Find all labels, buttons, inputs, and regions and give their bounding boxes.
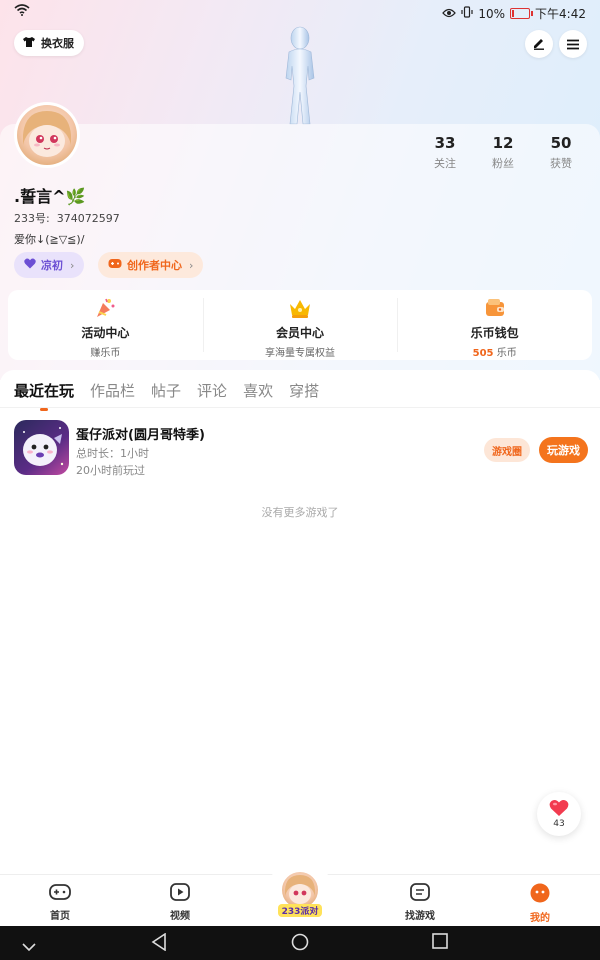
list-search-icon (380, 883, 460, 905)
wallet-icon (482, 296, 508, 320)
nav-party-label[interactable]: 233派对 (278, 904, 322, 917)
nav-find-games[interactable]: 找游戏 (380, 883, 460, 922)
tshirt-icon (22, 36, 36, 51)
favorites-count: 43 (553, 819, 565, 829)
user-id: 233号: 374072597 (14, 210, 120, 226)
nav-home[interactable]: 首页 (20, 883, 100, 922)
recents-icon[interactable] (432, 933, 448, 953)
nickname: .誓言^🌿 (14, 187, 86, 206)
feature-subtitle: 赚乐币 (90, 348, 121, 359)
stat-label: 关注 (434, 157, 456, 170)
game-name: 蛋仔派对(圆月哥特季) (76, 428, 205, 443)
heart-icon (24, 258, 36, 272)
nav-video[interactable]: 视频 (140, 883, 220, 922)
game-last-played: 20小时前玩过 (76, 464, 145, 477)
battery-percent: 10% (478, 6, 506, 21)
eye-icon (442, 7, 457, 21)
hamburger-menu-icon (567, 35, 579, 54)
stat-value: 12 (492, 134, 514, 152)
game-duration: 总时长：1小时 (76, 447, 149, 460)
feature-subtitle: 505 乐币 (397, 344, 592, 359)
user-id-label: 233号: (14, 212, 50, 225)
system-nav-bar (0, 926, 600, 960)
tab-likes[interactable]: 喜欢 (243, 380, 273, 401)
membership-center[interactable]: 会员中心 享海量专属权益 (202, 290, 398, 360)
chevron-right-icon: › (70, 258, 75, 272)
creator-center-label: 创作者中心 (127, 259, 182, 272)
stat-value: 50 (550, 134, 572, 152)
feature-title: 乐币钱包 (470, 326, 519, 340)
gamepad-icon (108, 258, 122, 272)
stat-label: 粉丝 (492, 157, 514, 170)
wifi-icon (14, 4, 30, 19)
stat-value: 33 (434, 134, 456, 152)
feature-title: 会员中心 (276, 326, 325, 340)
feature-title: 活动中心 (81, 326, 130, 340)
coin-unit: 乐币 (493, 348, 517, 359)
game-circle-button[interactable]: 游戏圈 (484, 438, 530, 462)
clock: 下午4:42 (535, 7, 586, 21)
list-item[interactable]: 蛋仔派对(圆月哥特季) 总时长：1小时 20小时前玩过 游戏圈 玩游戏 (14, 420, 588, 478)
guild-chip-label: 凉初 (41, 259, 63, 272)
feature-subtitle: 享海量专属权益 (265, 348, 335, 359)
tab-comments[interactable]: 评论 (197, 380, 227, 401)
pen-icon (532, 35, 546, 54)
stat-label: 获赞 (550, 157, 572, 170)
avatar-image (17, 105, 77, 165)
change-outfit-label: 换衣服 (41, 37, 74, 50)
nav-mine[interactable]: 我的 (500, 883, 580, 924)
stat-likes[interactable]: 50 获赞 (532, 134, 590, 171)
change-outfit-button[interactable]: 换衣服 (14, 30, 84, 56)
stat-followers[interactable]: 12 粉丝 (474, 134, 532, 171)
tab-posts[interactable]: 帖子 (151, 380, 181, 401)
party-popper-icon (92, 296, 118, 320)
nav-label: 找游戏 (405, 911, 435, 922)
back-icon[interactable] (151, 932, 167, 955)
guild-chip[interactable]: 凉初 › (14, 252, 85, 278)
stat-following[interactable]: 33 关注 (416, 134, 474, 171)
coin-wallet[interactable]: 乐币钱包 505 乐币 (397, 290, 592, 360)
nav-label: 首页 (50, 911, 70, 922)
coin-balance: 505 (472, 348, 494, 359)
no-more-text: 没有更多游戏了 (261, 506, 339, 519)
nav-label: 视频 (170, 911, 190, 922)
battery-icon (510, 8, 534, 19)
signature: 爱你↓(≧▽≦)/ (14, 233, 85, 246)
avatar[interactable] (14, 102, 80, 168)
heart-icon (537, 792, 581, 821)
edit-profile-button[interactable] (525, 30, 553, 58)
avatar-3d-figure[interactable] (272, 26, 328, 126)
vibrate-icon (461, 6, 473, 21)
creator-center-chip[interactable]: 创作者中心 › (98, 252, 204, 278)
gamepad-icon (20, 883, 100, 905)
smiley-face-icon (500, 883, 580, 907)
nav-label: 我的 (530, 913, 550, 924)
status-bar: 10% 下午4:42 (0, 0, 600, 26)
tab-works[interactable]: 作品栏 (90, 380, 135, 401)
favorites-float-button[interactable]: 43 (537, 792, 581, 836)
profile-stats: 33 关注 12 粉丝 50 获赞 (416, 134, 590, 171)
feature-panel: 活动中心 赚乐币 会员中心 享海量专属权益 乐币钱包 505 乐币 (8, 290, 592, 360)
collapse-icon[interactable] (22, 937, 36, 956)
menu-button[interactable] (559, 30, 587, 58)
tab-recent[interactable]: 最近在玩 (14, 380, 74, 411)
home-icon[interactable] (291, 933, 309, 955)
battery-level (512, 10, 515, 17)
game-icon (14, 420, 69, 475)
play-video-icon (140, 883, 220, 905)
tab-outfits[interactable]: 穿搭 (289, 380, 319, 401)
crown-icon (287, 296, 313, 320)
user-id-value: 374072597 (56, 212, 120, 225)
activity-center[interactable]: 活动中心 赚乐币 (8, 290, 203, 360)
chevron-right-icon: › (189, 258, 194, 272)
play-game-button[interactable]: 玩游戏 (539, 437, 588, 463)
content-tabs: 最近在玩 作品栏 帖子 评论 喜欢 穿搭 (0, 370, 600, 411)
